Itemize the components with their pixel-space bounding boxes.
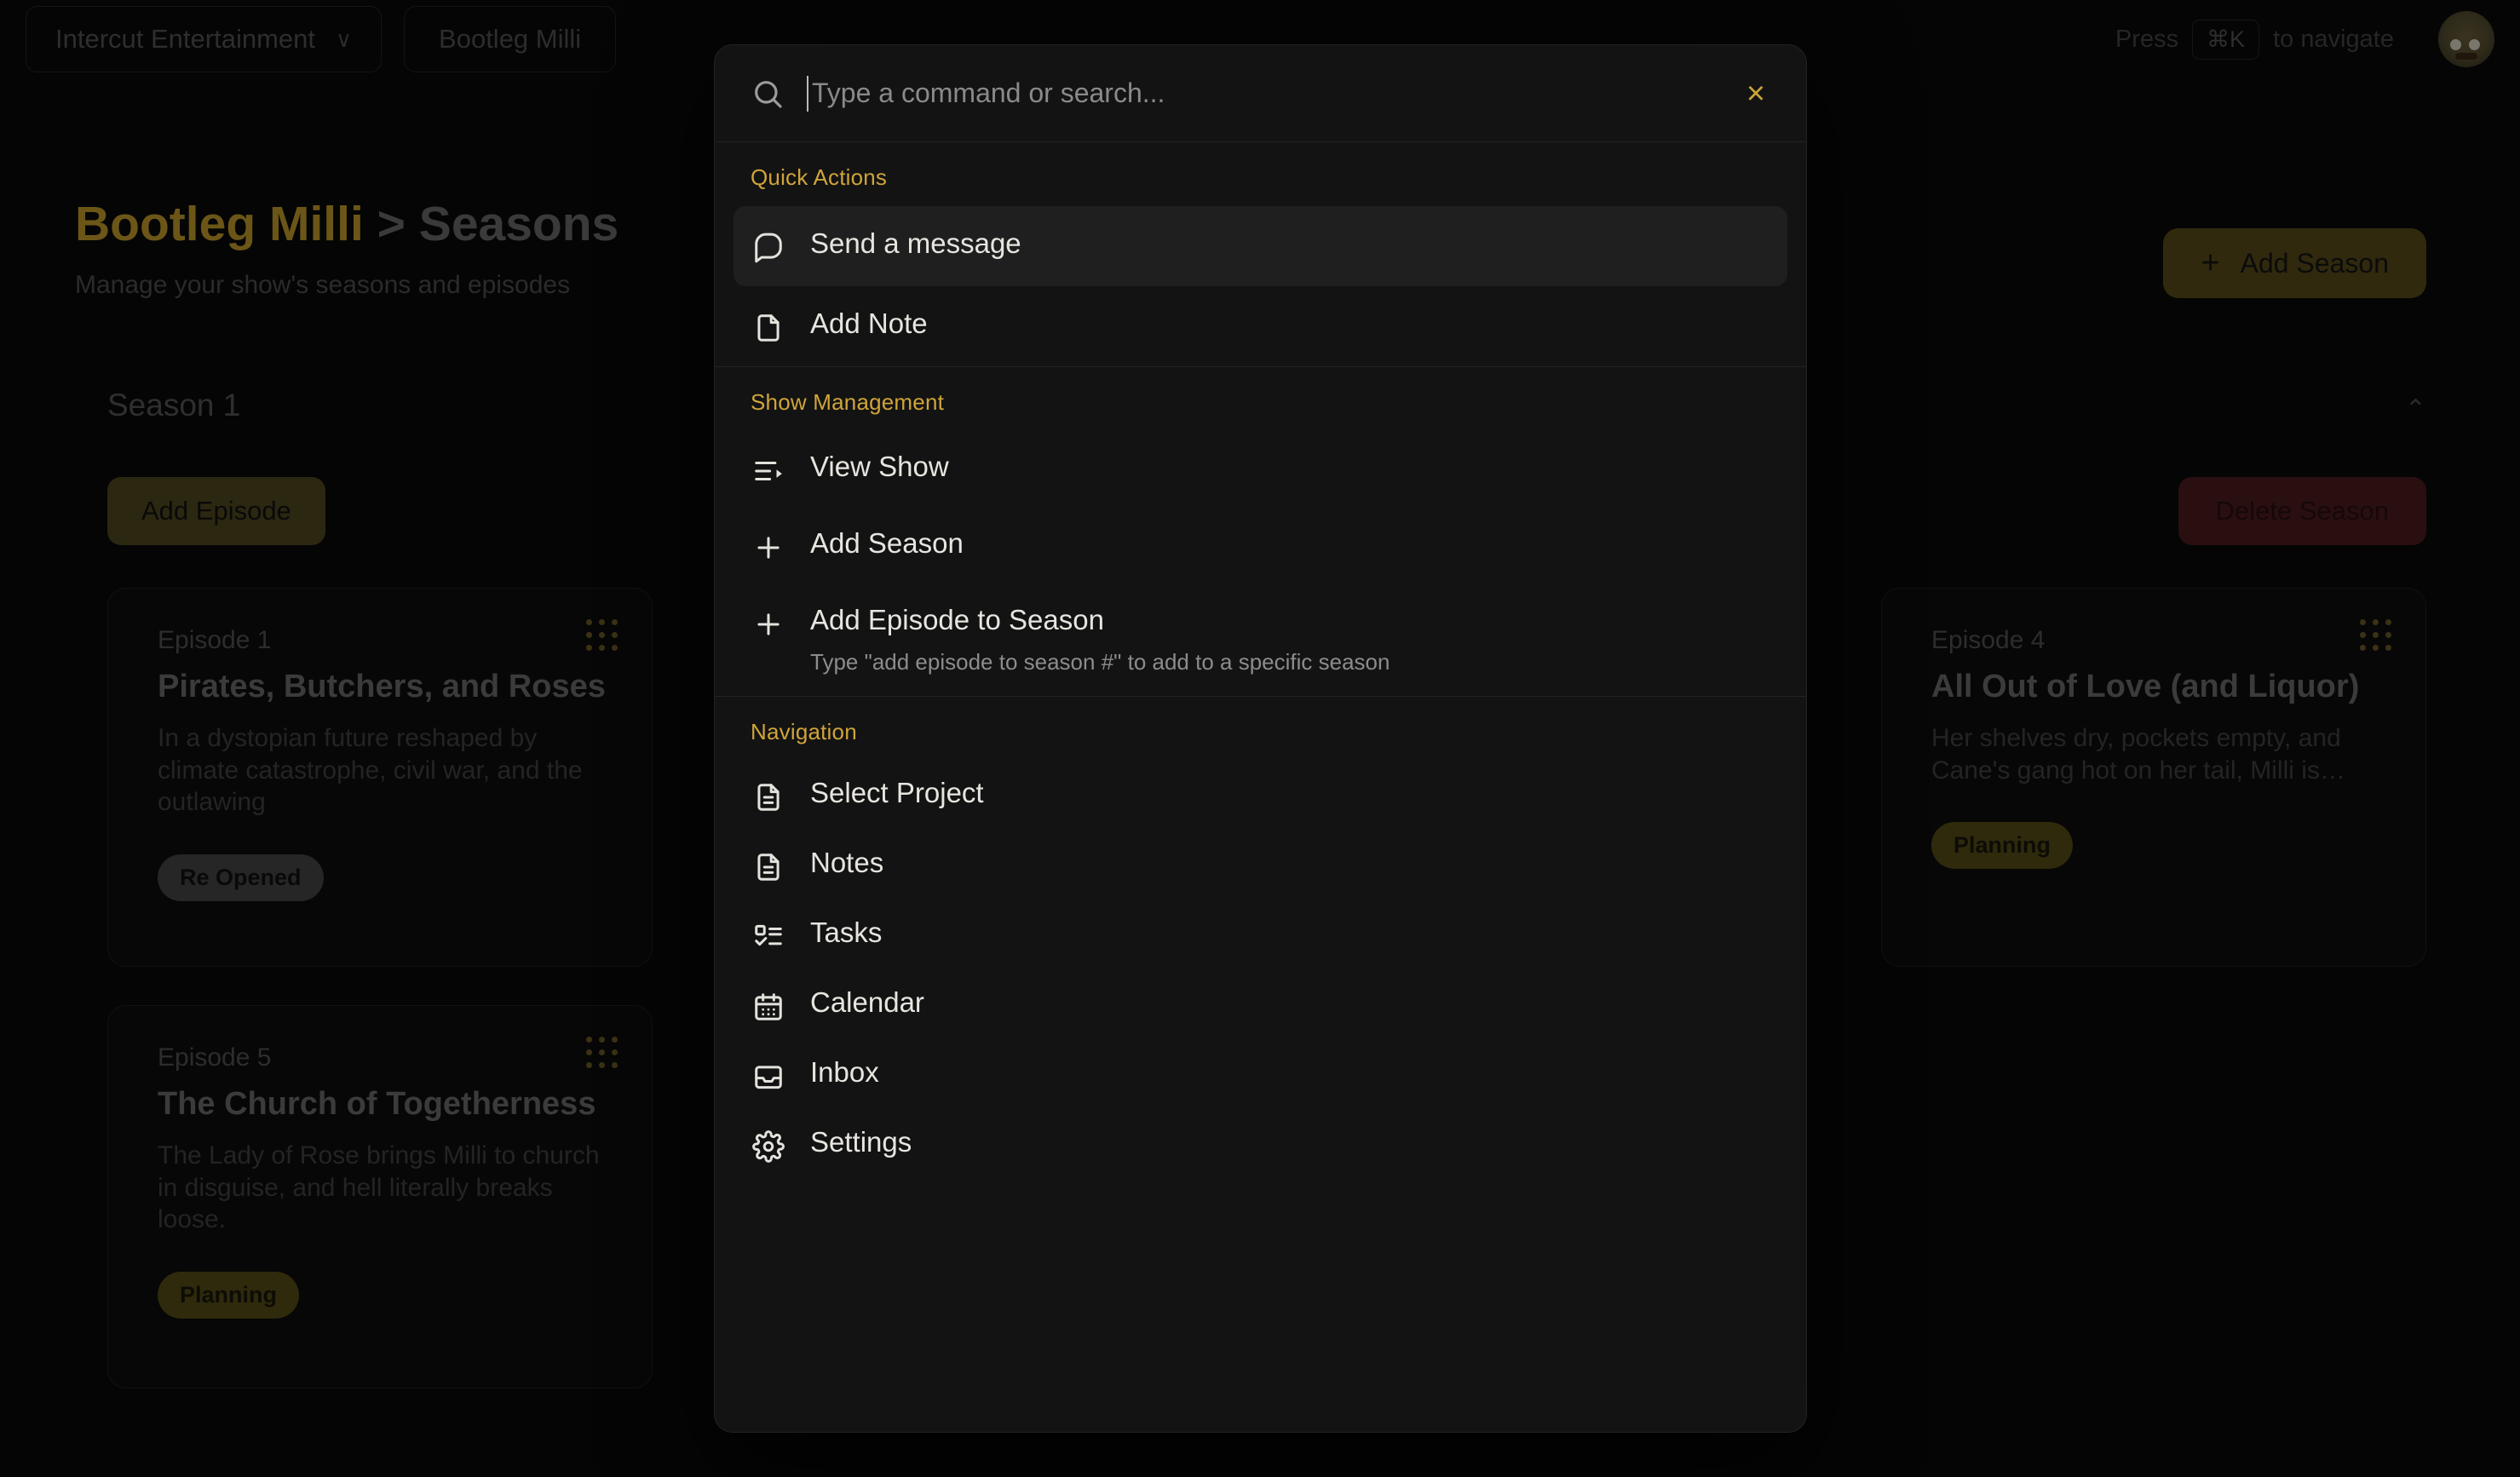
- episode-description: Her shelves dry, pockets empty, and Cane…: [1931, 724, 2345, 784]
- command-item-select-project[interactable]: Select Project: [734, 761, 1787, 830]
- avatar-eye-right: [2469, 39, 2480, 50]
- search-input[interactable]: Type a command or search...: [807, 75, 1714, 112]
- command-label: Tasks: [810, 917, 883, 949]
- command-item-calendar[interactable]: Calendar: [734, 970, 1787, 1040]
- command-group-navigation: Navigation Select Project Notes Tasks Ca…: [715, 696, 1806, 1180]
- episode-number: Episode 1: [158, 626, 272, 654]
- page-subtitle: Manage your show's seasons and episodes: [75, 271, 571, 299]
- command-item-add-note[interactable]: Add Note: [734, 286, 1787, 366]
- command-item-inbox[interactable]: Inbox: [734, 1040, 1787, 1110]
- command-sublabel: Type "add episode to season #" to add to…: [810, 649, 1390, 675]
- add-season-button[interactable]: + Add Season: [2163, 228, 2426, 298]
- avatar[interactable]: [2438, 11, 2494, 67]
- navigate-label: to navigate: [2273, 25, 2394, 53]
- command-label: Notes: [810, 847, 884, 879]
- command-label: View Show: [810, 451, 949, 482]
- command-label: Send a message: [810, 227, 1021, 259]
- delete-season-label: Delete Season: [2215, 496, 2389, 526]
- breadcrumb-section: Seasons: [418, 197, 619, 251]
- command-item-send-a-message[interactable]: Send a message: [734, 206, 1787, 286]
- close-icon[interactable]: ×: [1736, 74, 1775, 113]
- plus-icon: [752, 608, 785, 641]
- file-text-icon: [752, 781, 785, 813]
- command-item-view-show[interactable]: View Show: [734, 431, 1787, 508]
- command-palette-list: Quick Actions Send a message Add Note Sh…: [715, 142, 1806, 1432]
- group-title: Navigation: [751, 719, 857, 745]
- status-badge: Planning: [1931, 822, 2073, 869]
- season-label: Season 1: [107, 388, 241, 422]
- press-label: Press: [2114, 25, 2179, 53]
- command-group-show-management: Show Management View Show Add Season Add…: [715, 366, 1806, 696]
- episode-title: The Church of Togetherness: [158, 1086, 596, 1122]
- group-title: Show Management: [751, 389, 945, 415]
- avatar-mouth: [2455, 53, 2477, 60]
- plus-icon: +: [2201, 245, 2220, 281]
- chevron-down-icon: ∨: [336, 26, 353, 52]
- message-square-icon: [752, 232, 785, 264]
- keyboard-hint: Press ⌘K to navigate: [2114, 19, 2394, 60]
- command-label: Add Note: [810, 307, 928, 339]
- command-label: Inbox: [810, 1056, 879, 1089]
- breadcrumb-show[interactable]: Bootleg Milli: [75, 197, 364, 251]
- project-name: Bootleg Milli: [439, 24, 582, 54]
- search-placeholder: Type a command or search...: [812, 78, 1165, 108]
- episode-title: All Out of Love (and Liquor): [1931, 669, 2360, 704]
- text-caret: [807, 75, 808, 112]
- add-episode-label: Add Episode: [141, 496, 291, 526]
- episode-description: The Lady of Rose brings Milli to church …: [158, 1141, 600, 1233]
- episode-number: Episode 5: [158, 1043, 272, 1072]
- drag-handle-icon[interactable]: [586, 1037, 618, 1068]
- episode-card[interactable]: Episode 1 Pirates, Butchers, and Roses I…: [107, 588, 653, 967]
- command-item-settings[interactable]: Settings: [734, 1110, 1787, 1180]
- command-item-add-season[interactable]: Add Season: [734, 508, 1787, 584]
- command-label: Add Season: [810, 527, 964, 559]
- command-item-notes[interactable]: Notes: [734, 830, 1787, 900]
- chevron-up-icon[interactable]: ⌃: [2405, 394, 2426, 424]
- file-text-icon: [752, 851, 785, 883]
- org-selector[interactable]: Intercut Entertainment ∨: [26, 6, 383, 72]
- list-play-icon: [752, 455, 785, 487]
- plus-icon: [752, 532, 785, 564]
- add-season-label: Add Season: [2240, 247, 2389, 279]
- command-label: Settings: [810, 1126, 912, 1158]
- command-item-add-episode-to-season[interactable]: Add Episode to Season Type "add episode …: [734, 584, 1787, 696]
- page-title: Bootleg Milli > Seasons: [75, 196, 618, 252]
- project-chip[interactable]: Bootleg Milli: [404, 6, 617, 72]
- list-checks-icon: [752, 921, 785, 953]
- command-palette-search-row: Type a command or search... ×: [715, 45, 1806, 142]
- episode-card[interactable]: Episode 4 All Out of Love (and Liquor) H…: [1881, 588, 2426, 967]
- shortcut-key-badge: ⌘K: [2192, 19, 2260, 60]
- gear-icon: [752, 1130, 785, 1164]
- drag-handle-icon[interactable]: [586, 619, 618, 651]
- breadcrumb-separator: >: [377, 197, 406, 251]
- command-label: Add Episode to Season: [810, 604, 1104, 635]
- episode-card[interactable]: Episode 5 The Church of Togetherness The…: [107, 1005, 653, 1388]
- command-palette: Type a command or search... × Quick Acti…: [714, 44, 1807, 1433]
- inbox-icon: [752, 1060, 785, 1093]
- delete-season-button[interactable]: Delete Season: [2178, 477, 2426, 545]
- command-item-tasks[interactable]: Tasks: [734, 900, 1787, 970]
- episode-number: Episode 4: [1931, 626, 2045, 654]
- avatar-eye-left: [2450, 39, 2461, 50]
- episode-title: Pirates, Butchers, and Roses: [158, 669, 606, 704]
- search-icon: [751, 77, 785, 111]
- org-name: Intercut Entertainment: [55, 24, 315, 54]
- command-label: Select Project: [810, 777, 984, 809]
- command-group-quick-actions: Quick Actions Send a message Add Note: [715, 142, 1806, 366]
- status-badge: Re Opened: [158, 853, 324, 901]
- command-label: Calendar: [810, 986, 924, 1019]
- add-episode-button[interactable]: Add Episode: [107, 477, 325, 545]
- status-badge: Planning: [158, 1271, 299, 1319]
- episode-description: In a dystopian future reshaped by climat…: [158, 724, 583, 816]
- drag-handle-icon[interactable]: [2360, 619, 2391, 651]
- file-icon: [752, 312, 785, 344]
- page-header: Bootleg Milli > Seasons Manage your show…: [75, 196, 618, 300]
- calendar-icon: [752, 991, 785, 1023]
- group-title: Quick Actions: [751, 164, 888, 190]
